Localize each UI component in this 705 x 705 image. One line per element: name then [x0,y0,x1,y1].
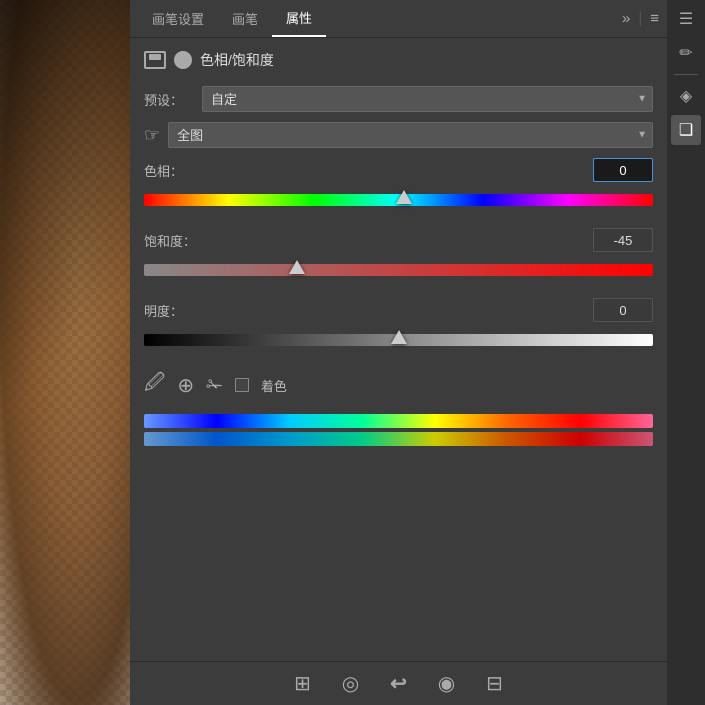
visibility-button[interactable]: ◎ [336,669,366,699]
menu-icon[interactable]: ≡ [650,10,659,27]
right-sidebar: ☰ ✏ ◈ ❑ [667,0,705,705]
preset-label: 预设： [144,90,196,109]
bottom-toolbar: ⊞ ◎ ↩ ◉ ⊟ [130,661,667,705]
tab-brush-settings[interactable]: 画笔设置 [138,1,218,36]
preset-select-wrapper: 自定 ▼ [202,86,653,112]
add-layer-button[interactable]: ⊞ [288,669,318,699]
reset-button[interactable]: ↩ [384,669,414,699]
delete-button[interactable]: ⊟ [480,669,510,699]
channel-row: ☞ 全图 ▼ [144,122,653,148]
canvas-overlay [0,0,130,705]
sidebar-brush-btn[interactable]: ✏ [671,38,701,68]
tools-row: 🖉 ⊕ ✁ 着色 [144,368,653,402]
brightness-thumb[interactable] [391,330,407,344]
sidebar-fill-btn[interactable]: ◈ [671,81,701,111]
sat-track-wrapper[interactable] [144,256,653,284]
tab-bar: 画笔设置 画笔 属性 » | ≡ [130,0,667,38]
root: 画笔设置 画笔 属性 » | ≡ 色相/饱和度 预设： [0,0,705,705]
tab-brush[interactable]: 画笔 [218,1,272,36]
canvas-area [0,0,130,705]
channel-select-wrapper: 全图 ▼ [168,122,653,148]
preset-select[interactable]: 自定 [202,86,653,112]
sidebar-list-btn[interactable]: ☰ [671,4,701,34]
hue-thumb[interactable] [396,190,412,204]
hue-value-input[interactable] [593,158,653,182]
hue-track-wrapper[interactable] [144,186,653,214]
color-bar-bottom [144,432,653,446]
sat-thumb[interactable] [289,260,305,274]
channel-select[interactable]: 全图 [168,122,653,148]
eye-button[interactable]: ◉ [432,669,462,699]
expand-icon[interactable]: » [622,10,630,27]
hue-label: 色相： [144,161,183,180]
panel-title: 色相/饱和度 [200,50,274,70]
eyedropper-add-icon[interactable]: ⊕ [177,373,194,398]
sat-track [144,264,653,276]
hand-icon: ☞ [144,125,160,146]
colorize-checkbox[interactable] [235,378,249,392]
main-panel: 画笔设置 画笔 属性 » | ≡ 色相/饱和度 预设： [130,0,667,705]
sat-value-input[interactable] [593,228,653,252]
brightness-track-wrapper[interactable] [144,326,653,354]
circle-icon [174,51,192,69]
panel-header: 色相/饱和度 [144,50,653,70]
saturation-section: 饱和度： [144,228,653,284]
preset-row: 预设： 自定 ▼ [144,86,653,112]
sat-header: 饱和度： [144,228,653,252]
hue-section: 色相： [144,158,653,214]
eyedropper-icon[interactable]: 🖉 [144,368,165,402]
brightness-value-input[interactable] [593,298,653,322]
sidebar-divider [674,74,698,75]
brightness-label: 明度： [144,301,183,320]
colorize-label: 着色 [261,376,287,395]
hue-header: 色相： [144,158,653,182]
tab-properties[interactable]: 属性 [272,0,326,37]
sat-label: 饱和度： [144,231,196,250]
floppy-icon [144,51,166,69]
eyedropper-remove-icon[interactable]: ✁ [206,373,223,398]
brightness-section: 明度： [144,298,653,354]
panel-body: 色相/饱和度 预设： 自定 ▼ ☞ 全图 ▼ [130,38,667,661]
brightness-header: 明度： [144,298,653,322]
color-bars [144,414,653,446]
sidebar-cube-btn[interactable]: ❑ [671,115,701,145]
color-bar-top [144,414,653,428]
